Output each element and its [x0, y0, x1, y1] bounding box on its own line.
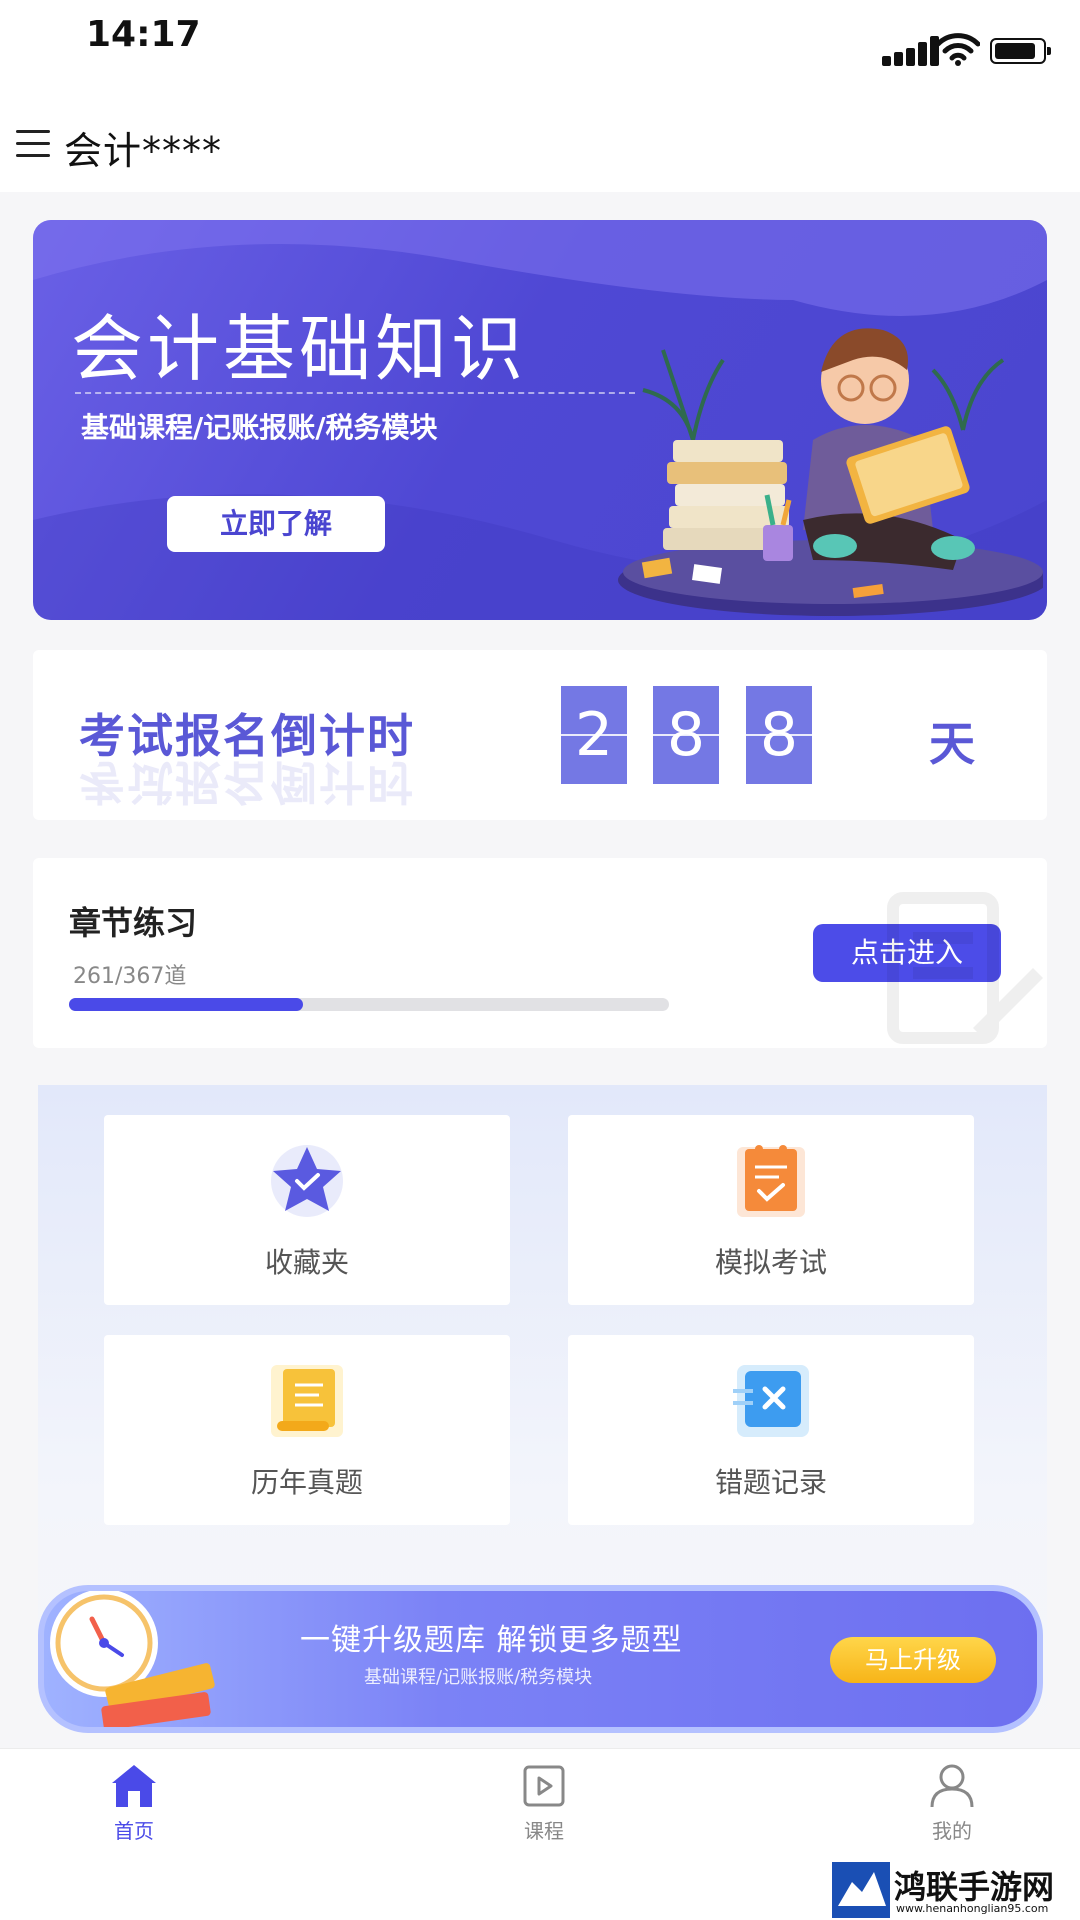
- menu-icon[interactable]: [16, 130, 50, 158]
- course-banner[interactable]: 会计基础知识 基础课程/记账报账/税务模块 立即了解: [33, 220, 1047, 620]
- countdown-label-reflection: 考试报名倒计时: [79, 755, 415, 809]
- error-x-icon: [733, 1365, 809, 1437]
- past-papers-card[interactable]: 历年真题: [104, 1335, 510, 1525]
- chapter-title: 章节练习: [69, 904, 198, 942]
- tab-home[interactable]: 首页: [64, 1761, 204, 1871]
- page-title: 会计****: [64, 129, 223, 173]
- favorites-label: 收藏夹: [264, 1246, 349, 1279]
- wrong-answers-label: 错题记录: [714, 1466, 827, 1499]
- banner-divider: [75, 392, 635, 394]
- countdown-unit: 天: [929, 717, 975, 771]
- chapter-practice-card: 章节练习 261/367道 点击进入: [33, 858, 1047, 1048]
- countdown-digit: 2: [561, 686, 627, 784]
- reading-boy-illustration: [618, 328, 1043, 616]
- wrong-answers-card[interactable]: 错题记录: [568, 1335, 974, 1525]
- chapter-progress-bar: [69, 998, 669, 1011]
- countdown-digit: 8: [746, 686, 812, 784]
- upgrade-now-button[interactable]: 马上升级: [830, 1637, 996, 1683]
- wifi-icon: [936, 33, 980, 66]
- user-icon: [930, 1764, 974, 1808]
- banner-subtitle: 基础课程/记账报账/税务模块: [81, 411, 438, 444]
- edit-document-icon: [887, 892, 1043, 1044]
- countdown-digit: 8: [653, 686, 719, 784]
- app-screen: 14:17 会计**** 会计基础知识 基础课程/记账报账/税务模块 立即了解 …: [0, 0, 1080, 1920]
- tab-home-label: 首页: [114, 1819, 154, 1843]
- upgrade-promo-banner[interactable]: 一键升级题库 解锁更多题型 基础课程/记账报账/税务模块 马上升级: [38, 1585, 1043, 1733]
- clock-books-illustration: [50, 1591, 215, 1727]
- scroll-icon: [271, 1365, 343, 1437]
- tab-courses-label: 课程: [524, 1819, 564, 1843]
- site-watermark: 鸿联手游网 www.henanhonglian95.com: [832, 1862, 1072, 1918]
- mock-exam-card[interactable]: 模拟考试: [568, 1115, 974, 1305]
- promo-title: 一键升级题库 解锁更多题型: [300, 1623, 683, 1658]
- video-icon: [523, 1765, 565, 1807]
- watermark-url: www.henanhonglian95.com: [896, 1902, 1049, 1915]
- star-icon: [271, 1145, 343, 1217]
- promo-subtitle: 基础课程/记账报账/税务模块: [364, 1667, 593, 1688]
- battery-icon: [990, 38, 1051, 64]
- mock-exam-label: 模拟考试: [714, 1246, 827, 1279]
- moon-icon: [1010, 1615, 1020, 1641]
- past-papers-label: 历年真题: [250, 1466, 363, 1499]
- favorites-card[interactable]: 收藏夹: [104, 1115, 510, 1305]
- tab-profile-label: 我的: [932, 1819, 972, 1843]
- tab-profile[interactable]: 我的: [882, 1761, 1022, 1871]
- status-bar: 14:17: [0, 0, 1080, 90]
- watermark-logo-icon: [832, 1862, 890, 1918]
- chapter-progress-text: 261/367道: [73, 964, 187, 989]
- home-icon: [112, 1765, 156, 1807]
- status-time: 14:17: [86, 14, 201, 55]
- app-header: 会计****: [0, 90, 1080, 192]
- tab-courses[interactable]: 课程: [474, 1761, 614, 1871]
- learn-more-button[interactable]: 立即了解: [167, 496, 385, 552]
- chapter-progress-fill: [69, 998, 303, 1011]
- exam-countdown-card: 考试报名倒计时 考试报名倒计时 2 8 8 天: [33, 650, 1047, 820]
- clipboard-check-icon: [737, 1145, 805, 1217]
- banner-title: 会计基础知识: [71, 307, 528, 391]
